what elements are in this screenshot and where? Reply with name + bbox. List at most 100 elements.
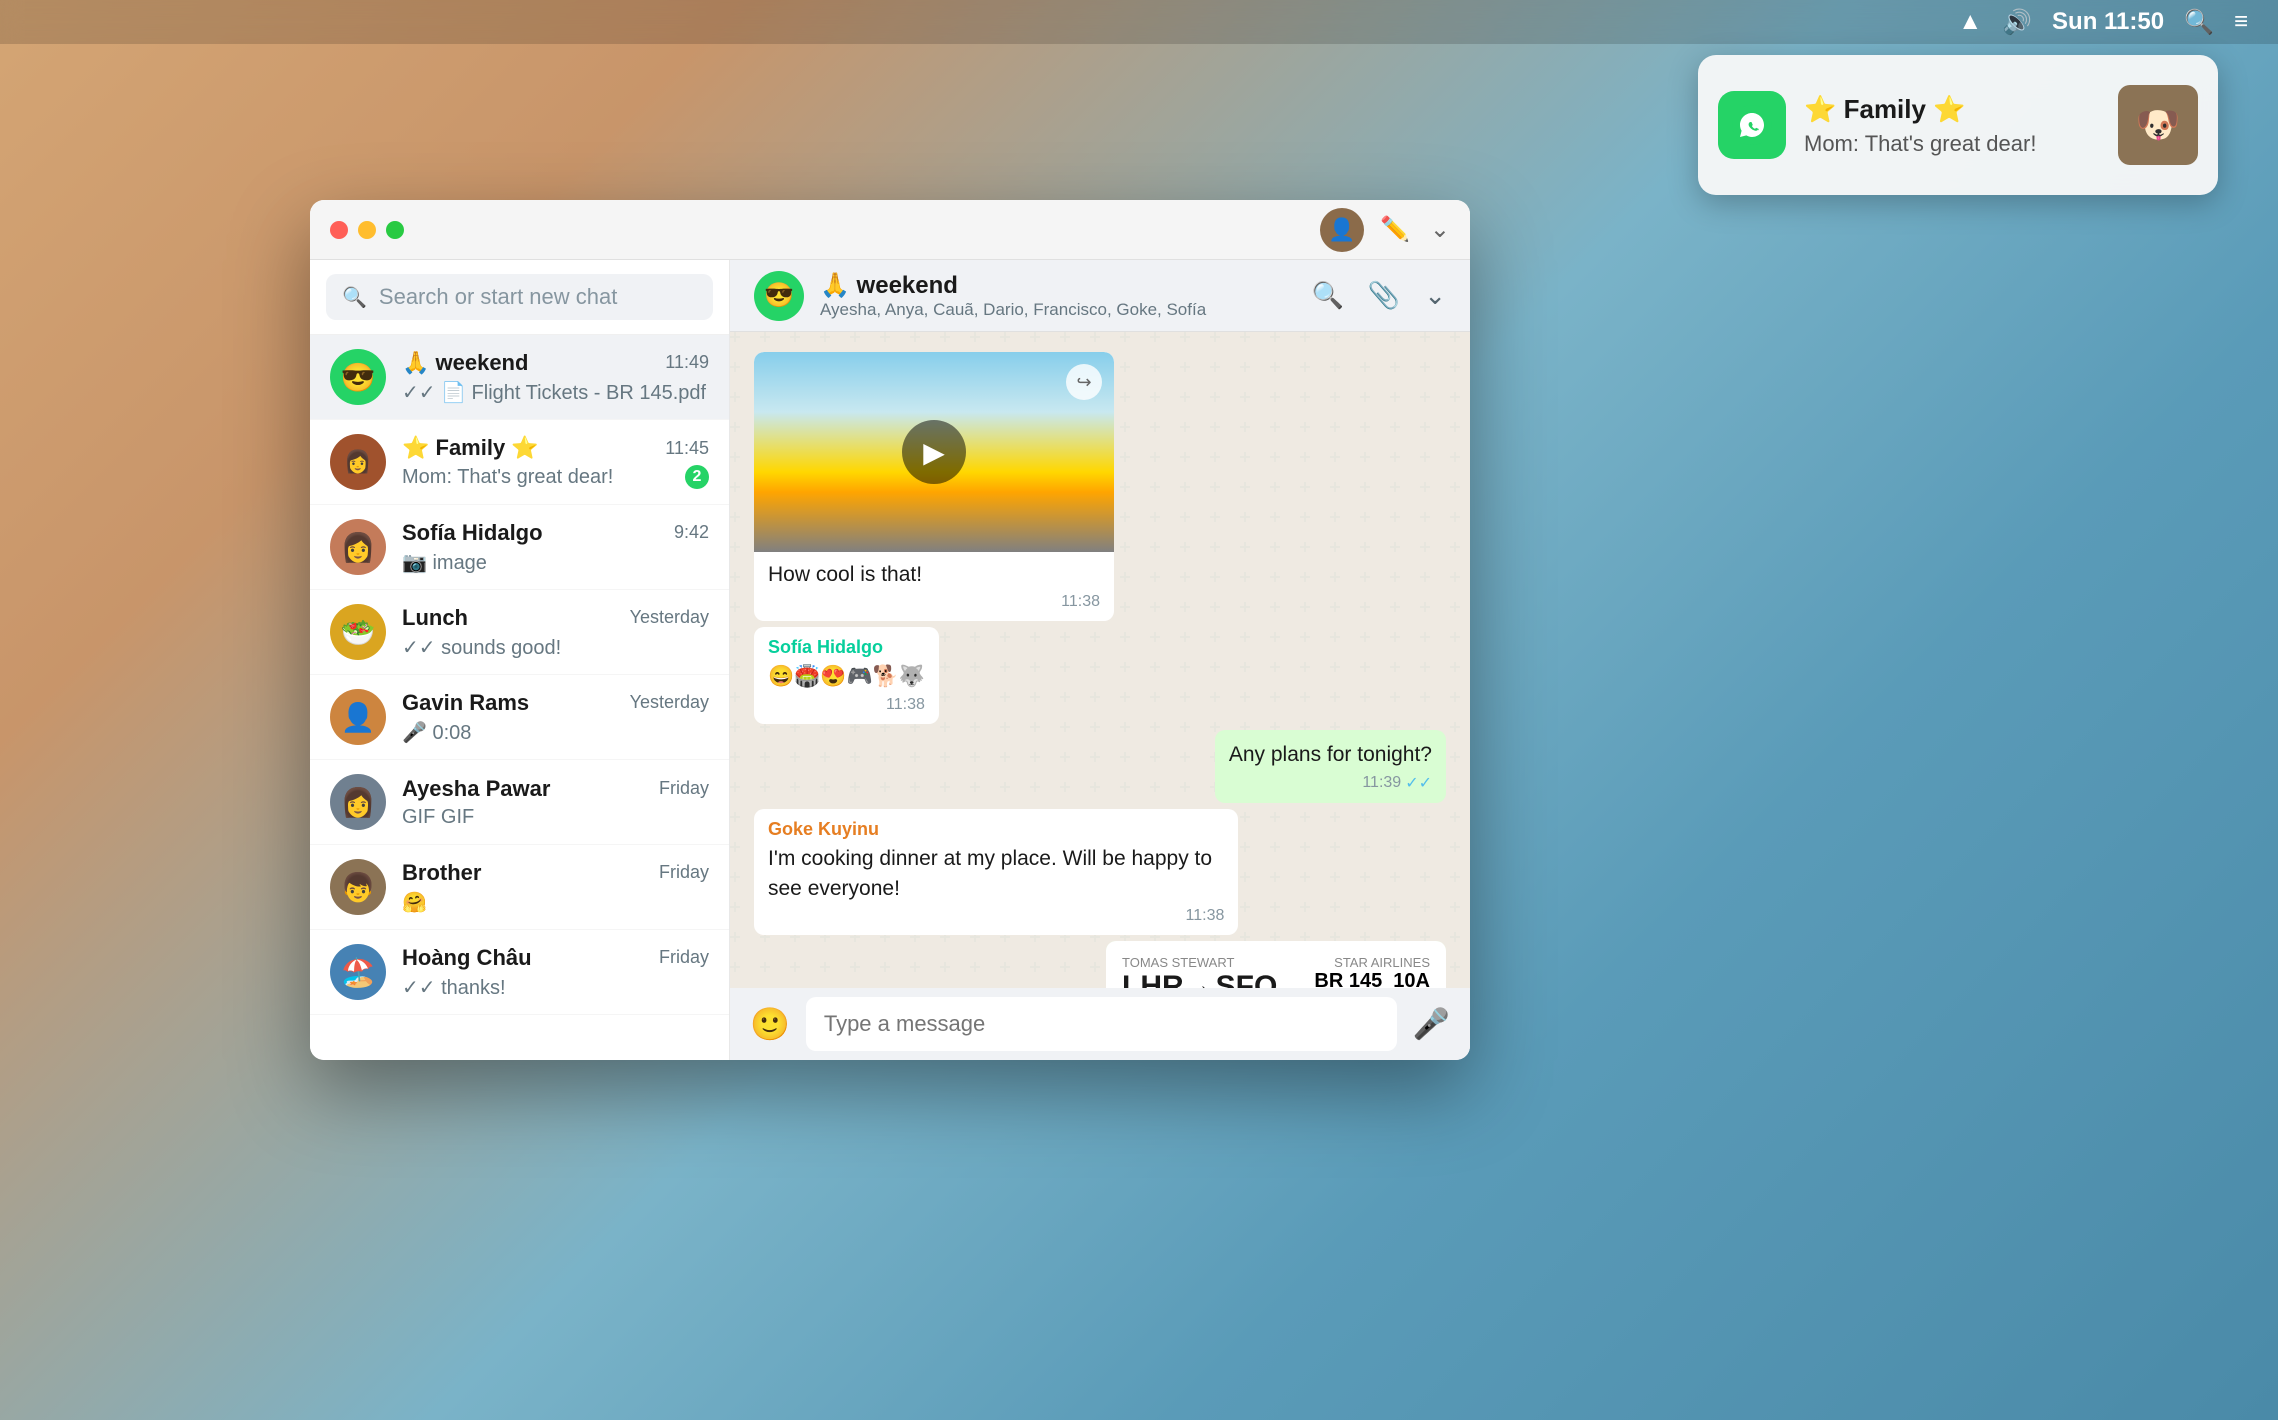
chat-info-brother: Brother Friday 🤗 — [402, 860, 709, 915]
chat-header-info: 🙏 weekend Ayesha, Anya, Cauã, Dario, Fra… — [820, 271, 1295, 320]
chevron-down-icon[interactable]: ⌄ — [1430, 215, 1450, 244]
close-button[interactable] — [330, 221, 348, 239]
chat-preview-gavin: 🎤 0:08 — [402, 720, 471, 745]
chat-header: 😎 🙏 weekend Ayesha, Anya, Cauã, Dario, F… — [730, 260, 1470, 332]
chat-name-family: ⭐ Family ⭐ — [402, 435, 539, 461]
chat-preview-family: Mom: That's great dear! — [402, 466, 613, 489]
chat-item-weekend[interactable]: 😎 🙏 weekend 11:49 ✓✓ 📄 Flight Tickets - … — [310, 335, 729, 420]
chat-name-lunch: Lunch — [402, 605, 468, 631]
ticket-passenger-label: TOMAS STEWART — [1122, 955, 1277, 970]
chat-item-sofia[interactable]: 👩 Sofía Hidalgo 9:42 📷 image — [310, 505, 729, 590]
notif-title: ⭐ Family ⭐ — [1804, 94, 2100, 125]
notification-content: ⭐ Family ⭐ Mom: That's great dear! — [1804, 94, 2100, 157]
avatar-gavin: 👤 — [330, 689, 386, 745]
chat-preview-weekend: ✓✓ 📄 Flight Tickets - BR 145.pdf — [402, 380, 706, 405]
more-options-icon[interactable]: ⌄ — [1424, 280, 1446, 311]
video-caption-text: How cool is that! — [768, 563, 922, 586]
chat-item-family[interactable]: 👩 ⭐ Family ⭐ 11:45 Mom: That's great dea… — [310, 420, 729, 505]
chat-item-brother[interactable]: 👦 Brother Friday 🤗 — [310, 845, 729, 930]
chat-info-family: ⭐ Family ⭐ 11:45 Mom: That's great dear!… — [402, 435, 709, 489]
compose-icon[interactable]: ✏️ — [1380, 215, 1410, 244]
chat-info-lunch: Lunch Yesterday ✓✓ sounds good! — [402, 605, 709, 660]
ticket-message-bubble: TOMAS STEWART LHR → SFO 11:50 9:40 STAR … — [1106, 941, 1446, 988]
unread-badge-family: 2 — [685, 465, 709, 489]
chat-time-lunch: Yesterday — [630, 607, 709, 628]
search-input[interactable]: Search or start new chat — [379, 284, 617, 310]
avatar-brother: 👦 — [330, 859, 386, 915]
chat-item-gavin[interactable]: 👤 Gavin Rams Yesterday 🎤 0:08 — [310, 675, 729, 760]
chat-header-actions: 🔍 📎 ⌄ — [1311, 280, 1446, 311]
chat-time-ayesha: Friday — [659, 778, 709, 799]
sent-plans-text: Any plans for tonight? — [1229, 743, 1432, 766]
chat-time-hoang: Friday — [659, 947, 709, 968]
video-thumbnail[interactable]: ▶ ↪ — [754, 352, 1114, 552]
notification-banner[interactable]: ⭐ Family ⭐ Mom: That's great dear! 🐶 — [1698, 55, 2218, 195]
avatar-sofia: 👩 — [330, 519, 386, 575]
avatar-weekend: 😎 — [330, 349, 386, 405]
message-input-bar: 🙂 🎤 — [730, 988, 1470, 1060]
menu-bar: ▲ 🔊 Sun 11:50 🔍 ≡ — [0, 0, 2278, 44]
title-bar: 👤 ✏️ ⌄ — [310, 200, 1470, 260]
wifi-icon: ▲ — [1958, 8, 1982, 36]
message-video: ▶ ↪ How cool is that! 11:38 — [754, 352, 1114, 621]
message-ticket: TOMAS STEWART LHR → SFO 11:50 9:40 STAR … — [1106, 941, 1446, 988]
message-input[interactable] — [806, 997, 1397, 1051]
notif-app-icon — [1718, 91, 1786, 159]
chat-header-members: Ayesha, Anya, Cauã, Dario, Francisco, Go… — [820, 300, 1295, 320]
messages-area: ▶ ↪ How cool is that! 11:38 — [730, 332, 1470, 988]
content-area: 🔍 Search or start new chat 😎 🙏 weekend 1… — [310, 260, 1470, 1060]
avatar-lunch: 🥗 — [330, 604, 386, 660]
chat-header-name: 🙏 weekend — [820, 271, 1295, 300]
play-button[interactable]: ▶ — [902, 420, 966, 484]
search-bar: 🔍 Search or start new chat — [310, 260, 729, 335]
sofia-msg-time: 11:38 — [886, 696, 925, 714]
ticket-arrow: → — [1190, 975, 1210, 988]
chat-preview-hoang: ✓✓ thanks! — [402, 975, 506, 1000]
microphone-button[interactable]: 🎤 — [1413, 1007, 1450, 1042]
goke-sender-name: Goke Kuyinu — [768, 819, 1224, 840]
chat-info-hoang: Hoàng Châu Friday ✓✓ thanks! — [402, 945, 709, 1000]
message-goke: Goke Kuyinu I'm cooking dinner at my pla… — [754, 809, 1238, 935]
ticket-to: SFO — [1216, 970, 1278, 988]
volume-icon: 🔊 — [2002, 8, 2032, 37]
chat-item-ayesha[interactable]: 👩 Ayesha Pawar Friday GIF GIF — [310, 760, 729, 845]
search-messages-icon[interactable]: 🔍 — [1311, 280, 1343, 311]
maximize-button[interactable] — [386, 221, 404, 239]
avatar-ayesha: 👩 — [330, 774, 386, 830]
search-input-wrap[interactable]: 🔍 Search or start new chat — [326, 274, 713, 320]
traffic-lights — [330, 221, 404, 239]
message-sent-plans: Any plans for tonight? 11:39 ✓✓ — [1215, 730, 1446, 803]
ticket-airline-label: STAR AIRLINES — [1281, 955, 1430, 970]
title-bar-actions: ✏️ ⌄ — [1380, 215, 1450, 244]
chat-item-hoang[interactable]: 🏖️ Hoàng Châu Friday ✓✓ thanks! — [310, 930, 729, 1015]
ticket-route: LHR → SFO — [1122, 970, 1277, 988]
whatsapp-window: 👤 ✏️ ⌄ 🔍 Search or start new chat 😎 — [310, 200, 1470, 1060]
chat-panel: 😎 🙏 weekend Ayesha, Anya, Cauã, Dario, F… — [730, 260, 1470, 1060]
chat-preview-lunch: ✓✓ sounds good! — [402, 635, 561, 660]
sidebar: 🔍 Search or start new chat 😎 🙏 weekend 1… — [310, 260, 730, 1060]
chat-name-hoang: Hoàng Châu — [402, 945, 532, 971]
chat-time-gavin: Yesterday — [630, 692, 709, 713]
goke-message-bubble: Goke Kuyinu I'm cooking dinner at my pla… — [754, 809, 1238, 935]
chat-preview-ayesha: GIF GIF — [402, 806, 474, 829]
message-sofia: Sofía Hidalgo 😄🏟️😍🎮🐕🐺 11:38 — [754, 627, 939, 723]
chat-name-ayesha: Ayesha Pawar — [402, 776, 550, 802]
avatar-family: 👩 — [330, 434, 386, 490]
video-msg-time: 11:38 — [1061, 593, 1100, 611]
sofia-message-bubble: Sofía Hidalgo 😄🏟️😍🎮🐕🐺 11:38 — [754, 627, 939, 723]
control-center-icon[interactable]: ≡ — [2234, 8, 2248, 36]
chat-preview-sofia: 📷 image — [402, 550, 487, 575]
chat-name-gavin: Gavin Rams — [402, 690, 529, 716]
forward-button[interactable]: ↪ — [1066, 364, 1102, 400]
minimize-button[interactable] — [358, 221, 376, 239]
notif-message: Mom: That's great dear! — [1804, 131, 2100, 157]
profile-avatar[interactable]: 👤 — [1320, 208, 1364, 252]
ticket-flight-info: BR 145 10A — [1281, 970, 1430, 988]
spotlight-icon[interactable]: 🔍 — [2184, 8, 2214, 37]
chat-time-family: 11:45 — [665, 438, 709, 459]
emoji-button[interactable]: 🙂 — [750, 1005, 790, 1043]
notif-avatar: 🐶 — [2118, 85, 2198, 165]
sofia-sender-name: Sofía Hidalgo — [768, 637, 925, 658]
chat-item-lunch[interactable]: 🥗 Lunch Yesterday ✓✓ sounds good! — [310, 590, 729, 675]
attach-icon[interactable]: 📎 — [1368, 280, 1400, 311]
